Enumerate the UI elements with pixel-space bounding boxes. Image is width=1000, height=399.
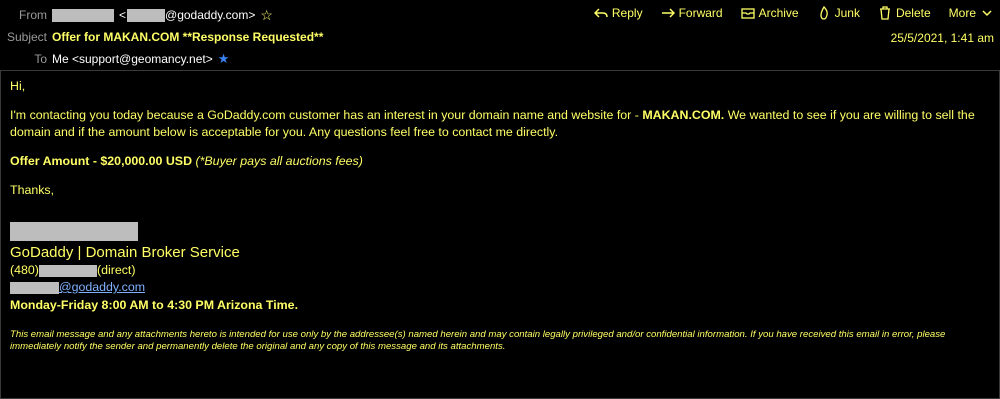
subject-text: Offer for MAKAN.COM **Response Requested… xyxy=(52,30,324,44)
from-open-bracket: < xyxy=(119,8,127,22)
signature-phone: (480) (direct) xyxy=(10,263,136,277)
redacted-sender-user xyxy=(127,8,166,22)
reply-icon xyxy=(593,8,608,18)
header-divider xyxy=(0,70,1000,71)
offer-amount: Offer Amount - $20,000.00 USD xyxy=(10,154,196,168)
redacted-email-user xyxy=(10,281,59,294)
paragraph-offer-intro: I'm contacting you today because a GoDad… xyxy=(10,107,990,141)
to-label: To xyxy=(34,52,47,66)
domain-name: MAKAN.COM. xyxy=(642,108,725,122)
legal-disclaimer: This email message and any attachments h… xyxy=(10,329,946,352)
from-row: From < @godaddy.com> ☆ xyxy=(0,5,273,25)
message-date: 25/5/2021, 1:41 am xyxy=(890,31,994,45)
junk-button[interactable]: Junk xyxy=(817,6,860,20)
junk-label: Junk xyxy=(834,6,860,20)
message-toolbar: Reply Forward Archive Junk Delete More xyxy=(593,6,994,20)
archive-label: Archive xyxy=(758,6,799,20)
from-email[interactable]: @godaddy.com> xyxy=(165,8,255,22)
thanks: Thanks, xyxy=(10,183,55,197)
more-button[interactable]: More xyxy=(949,6,994,20)
reply-label: Reply xyxy=(611,6,643,20)
chevron-down-icon xyxy=(982,10,992,17)
from-label: From xyxy=(19,8,47,22)
archive-button[interactable]: Archive xyxy=(740,6,799,20)
delete-icon xyxy=(879,6,890,20)
redacted-phone xyxy=(38,264,97,277)
delete-button[interactable]: Delete xyxy=(878,6,931,20)
to-row: To Me <support@geomancy.net> ★ xyxy=(0,49,229,69)
junk-icon xyxy=(819,6,828,20)
archive-icon xyxy=(740,8,755,19)
forward-label: Forward xyxy=(678,6,723,20)
greeting: Hi, xyxy=(10,79,26,93)
phone-prefix: (480) xyxy=(10,263,39,277)
signature-title: GoDaddy | Domain Broker Service xyxy=(10,244,240,261)
delete-label: Delete xyxy=(895,6,931,20)
to-recipient[interactable]: Me <support@geomancy.net> xyxy=(52,52,213,66)
redacted-sender-name xyxy=(52,8,114,22)
message-body: Hi, I'm contacting you today because a G… xyxy=(10,78,990,211)
message-header: From < @godaddy.com> ☆ Subject Offer for… xyxy=(0,0,1000,70)
redacted-signature-name xyxy=(10,222,138,241)
subject-label: Subject xyxy=(6,30,47,44)
subject-row: Subject Offer for MAKAN.COM **Response R… xyxy=(0,27,323,47)
offer-line: Offer Amount - $20,000.00 USD (*Buyer pa… xyxy=(10,153,990,170)
business-hours: Monday-Friday 8:00 AM to 4:30 PM Arizona… xyxy=(10,298,299,312)
more-label: More xyxy=(948,6,976,20)
reply-button[interactable]: Reply xyxy=(593,6,643,20)
offer-note: (*Buyer pays all auctions fees) xyxy=(195,154,363,168)
phone-suffix: (direct) xyxy=(96,263,136,277)
signature-email: @godaddy.com xyxy=(10,280,145,294)
para1-text-a: I'm contacting you today because a GoDad… xyxy=(10,108,643,122)
star-icon[interactable]: ☆ xyxy=(260,7,273,24)
forward-button[interactable]: Forward xyxy=(661,6,723,20)
blue-star-icon[interactable]: ★ xyxy=(218,51,230,67)
signature-email-link[interactable]: @godaddy.com xyxy=(59,280,145,294)
forward-icon xyxy=(661,8,675,18)
